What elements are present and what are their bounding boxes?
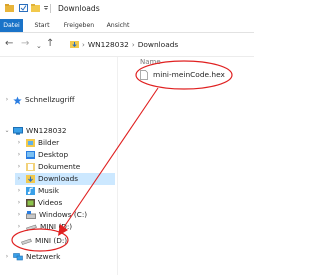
computer-icon [13, 127, 23, 135]
breadcrumb-item[interactable]: Downloads [138, 40, 179, 49]
expand-chevron-icon[interactable]: › [3, 251, 11, 263]
sidebar-item-pictures[interactable]: › Bilder [15, 137, 115, 149]
tab-start[interactable]: Start [29, 19, 55, 32]
music-folder-icon [26, 187, 35, 195]
column-header-name[interactable]: Name [140, 58, 161, 66]
address-bar-row: ← → ⌄ ↑ › WN128032 › Downloads [0, 33, 254, 57]
desktop-folder-icon [26, 151, 35, 159]
sidebar-item-documents[interactable]: › Dokumente [15, 161, 115, 173]
usb-drive-icon [26, 224, 37, 231]
sidebar-item-desktop[interactable]: › Desktop [15, 149, 115, 161]
expand-chevron-icon[interactable]: › [15, 197, 23, 209]
star-icon [13, 96, 22, 105]
sidebar-item-label: Videos [38, 198, 63, 207]
breadcrumb-separator: › [82, 41, 85, 49]
expand-chevron-icon[interactable]: › [15, 209, 23, 221]
breadcrumb-item[interactable]: WN128032 [88, 40, 129, 49]
quick-access-dropdown-icon[interactable] [43, 4, 49, 12]
downloads-folder-icon [26, 175, 35, 183]
sidebar-item-mini-drive[interactable]: › MINI (D:) [15, 221, 115, 233]
breadcrumb-separator: › [131, 41, 135, 49]
collapse-chevron-icon[interactable]: ⌄ [3, 125, 11, 137]
title-bar: Downloads [0, 0, 254, 19]
up-arrow-icon[interactable]: ↑ [46, 38, 54, 50]
expand-chevron-icon[interactable]: › [15, 221, 23, 233]
window-title: Downloads [58, 4, 100, 13]
sidebar-item-label: Netzwerk [26, 252, 61, 261]
chevron-down-icon[interactable]: ⌄ [36, 40, 42, 52]
network-icon [13, 253, 23, 261]
tab-ansicht[interactable]: Ansicht [101, 19, 135, 32]
ribbon-tabs: Datei Start Freigeben Ansicht [0, 19, 254, 33]
sidebar-item-quick-access[interactable]: › Schnellzugriff [3, 94, 115, 106]
sidebar-item-label: WN128032 [26, 126, 67, 135]
sidebar-item-label: Schnellzugriff [25, 95, 75, 104]
usb-drive-icon [21, 238, 32, 245]
checkbox-icon[interactable] [19, 4, 28, 12]
address-breadcrumb[interactable]: › WN128032 › Downloads [70, 38, 178, 52]
documents-folder-icon [26, 163, 35, 171]
expand-chevron-icon[interactable]: › [3, 94, 11, 106]
file-icon [140, 70, 148, 80]
pictures-folder-icon [26, 139, 35, 147]
expand-chevron-icon[interactable]: › [15, 149, 23, 161]
videos-folder-icon [26, 199, 35, 207]
sidebar-item-mini-drive-root[interactable]: MINI (D:) [8, 235, 115, 247]
folder-icon [5, 4, 14, 12]
sidebar-item-label: Musik [38, 186, 59, 195]
sidebar-item-videos[interactable]: › Videos [15, 197, 115, 209]
sidebar-item-label: Desktop [38, 150, 69, 159]
expand-chevron-icon[interactable]: › [15, 161, 23, 173]
forward-arrow-icon[interactable]: → [21, 38, 29, 50]
sidebar-item-label: MINI (D:) [40, 222, 73, 231]
folder-icon[interactable] [31, 4, 40, 12]
explorer-window: Downloads Datei Start Freigeben Ansicht … [0, 0, 254, 275]
sidebar-item-downloads[interactable]: › Downloads [15, 173, 115, 185]
sidebar-item-label: Bilder [38, 138, 60, 147]
sidebar-item-music[interactable]: › Musik [15, 185, 115, 197]
expand-chevron-icon[interactable]: › [15, 137, 23, 149]
sidebar-item-windows-drive[interactable]: › Windows (C:) [15, 209, 115, 221]
tab-datei[interactable]: Datei [0, 19, 23, 32]
drive-icon [26, 211, 36, 219]
title-separator [50, 4, 51, 13]
sidebar-item-this-pc[interactable]: ⌄ WN128032 [3, 125, 115, 137]
downloads-folder-icon [70, 41, 79, 48]
file-name: mini-meinCode.hex [153, 70, 225, 79]
expand-chevron-icon[interactable]: › [15, 185, 23, 197]
sidebar-item-label: MINI (D:) [35, 236, 68, 245]
file-item[interactable]: mini-meinCode.hex [140, 68, 240, 82]
tab-freigeben[interactable]: Freigeben [60, 19, 98, 32]
sidebar-item-label: Downloads [38, 174, 79, 183]
sidebar-item-network[interactable]: › Netzwerk [3, 251, 115, 263]
sidebar-item-label: Dokumente [38, 162, 81, 171]
back-arrow-icon[interactable]: ← [5, 38, 13, 50]
sidebar-item-label: Windows (C:) [39, 210, 88, 219]
expand-chevron-icon[interactable]: › [15, 173, 23, 185]
pane-divider[interactable] [117, 57, 118, 275]
